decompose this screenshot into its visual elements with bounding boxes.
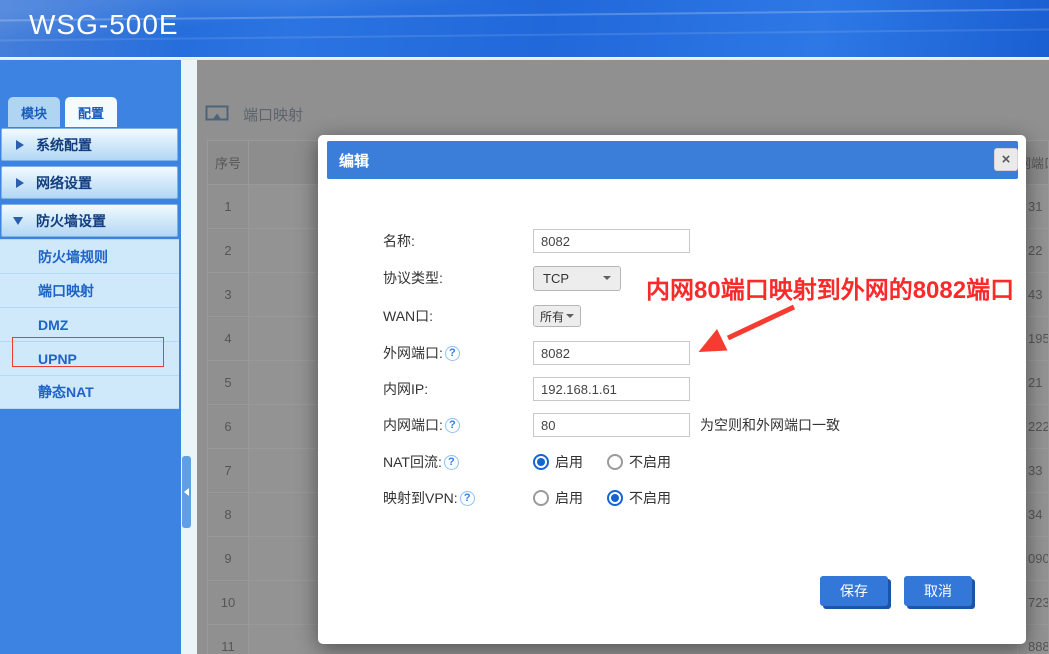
sidebar-item-network-settings[interactable]: 网络设置: [1, 166, 178, 199]
map-vpn-disable-radio[interactable]: [607, 490, 623, 506]
sidebar-menu: 系统配置 网络设置 防火墙设置 防火墙规则 端口映射 DMZ UPNP 静态NA…: [0, 128, 179, 409]
help-icon[interactable]: ?: [444, 455, 459, 470]
protocol-label: 协议类型:: [383, 268, 533, 288]
field-row-protocol: 协议类型: TCP: [383, 265, 621, 291]
chevron-right-icon: [16, 140, 24, 150]
field-row-int-ip: 内网IP:: [383, 376, 690, 402]
top-banner: WSG-500E: [0, 0, 1049, 57]
int-port-input[interactable]: [533, 413, 690, 437]
wan-select-value: 所有: [540, 308, 564, 325]
chevron-left-icon: [184, 488, 189, 496]
field-row-int-port: 内网端口: ? 为空则和外网端口一致: [383, 412, 840, 438]
chevron-down-icon: [603, 276, 611, 280]
nat-loopback-label: NAT回流: ?: [383, 452, 533, 472]
close-icon[interactable]: ×: [994, 148, 1018, 171]
int-ip-label: 内网IP:: [383, 379, 533, 399]
sidebar-collapse-handle[interactable]: [182, 456, 191, 528]
protocol-select-value: TCP: [543, 271, 569, 286]
dialog-title: 编辑: [339, 150, 369, 171]
sidebar-item-firewall-rules[interactable]: 防火墙规则: [0, 239, 179, 273]
sidebar-gutter: [181, 60, 197, 654]
ext-port-label-text: 外网端口:: [383, 343, 443, 363]
name-input[interactable]: [533, 229, 690, 253]
help-icon[interactable]: ?: [445, 418, 460, 433]
sidebar-item-system-config[interactable]: 系统配置: [1, 128, 178, 161]
wan-select[interactable]: 所有: [533, 305, 581, 327]
wan-label: WAN口:: [383, 306, 533, 326]
nat-loopback-label-text: NAT回流:: [383, 452, 442, 472]
annotation-arrow-icon: [690, 299, 800, 361]
int-ip-input[interactable]: [533, 377, 690, 401]
sidebar-item-upnp[interactable]: UPNP: [0, 341, 179, 375]
help-icon[interactable]: ?: [460, 491, 475, 506]
tab-config[interactable]: 配置: [65, 97, 117, 127]
sidebar-tabs: 模块 配置: [8, 97, 117, 127]
sidebar-item-label: 防火墙设置: [36, 211, 106, 231]
firewall-submenu: 防火墙规则 端口映射 DMZ UPNP 静态NAT: [0, 239, 179, 409]
int-port-label-text: 内网端口:: [383, 415, 443, 435]
map-vpn-enable-label: 启用: [555, 488, 583, 508]
name-label: 名称:: [383, 231, 533, 251]
sidebar-item-dmz[interactable]: DMZ: [0, 307, 179, 341]
dialog-titlebar: 编辑: [327, 141, 1018, 179]
edit-dialog: 编辑 × 名称: 协议类型: TCP WAN口: 所有 外网端口: ?: [318, 135, 1026, 644]
radio-dot: [537, 458, 545, 466]
sidebar-item-label: 系统配置: [36, 135, 92, 155]
chevron-down-icon: [566, 314, 574, 318]
map-vpn-disable-label: 不启用: [629, 488, 671, 508]
cancel-button[interactable]: 取消: [904, 576, 972, 606]
protocol-select[interactable]: TCP: [533, 266, 621, 291]
nat-loopback-disable-label: 不启用: [629, 452, 671, 472]
radio-dot: [611, 494, 619, 502]
sidebar: 模块 配置 系统配置 网络设置 防火墙设置 防火墙规则 端口映射 DMZ UPN…: [0, 60, 181, 654]
map-vpn-label-text: 映射到VPN:: [383, 488, 458, 508]
sidebar-item-static-nat[interactable]: 静态NAT: [0, 375, 179, 409]
nat-loopback-disable-radio[interactable]: [607, 454, 623, 470]
chevron-right-icon: [16, 178, 24, 188]
chevron-down-icon: [13, 217, 23, 225]
tab-modules[interactable]: 模块: [8, 97, 60, 127]
save-button[interactable]: 保存: [820, 576, 888, 606]
int-port-label: 内网端口: ?: [383, 415, 533, 435]
field-row-map-vpn: 映射到VPN: ? 启用 不启用: [383, 485, 671, 511]
ext-port-input[interactable]: [533, 341, 690, 365]
int-port-hint: 为空则和外网端口一致: [700, 415, 840, 435]
field-row-name: 名称:: [383, 228, 690, 254]
nat-loopback-enable-radio[interactable]: [533, 454, 549, 470]
ext-port-label: 外网端口: ?: [383, 343, 533, 363]
sidebar-item-label: 网络设置: [36, 173, 92, 193]
map-vpn-enable-radio[interactable]: [533, 490, 549, 506]
field-row-ext-port: 外网端口: ?: [383, 340, 690, 366]
app-window: WSG-500E 模块 配置 系统配置 网络设置 防火墙设置 防火墙规则 端口映…: [0, 0, 1049, 654]
sidebar-item-firewall-settings[interactable]: 防火墙设置: [1, 204, 178, 237]
app-title: WSG-500E: [29, 9, 179, 41]
field-row-nat-loopback: NAT回流: ? 启用 不启用: [383, 449, 671, 475]
nat-loopback-enable-label: 启用: [555, 452, 583, 472]
help-icon[interactable]: ?: [445, 346, 460, 361]
sidebar-item-port-mapping[interactable]: 端口映射: [0, 273, 179, 307]
field-row-wan: WAN口: 所有: [383, 303, 581, 329]
map-vpn-label: 映射到VPN: ?: [383, 488, 533, 508]
